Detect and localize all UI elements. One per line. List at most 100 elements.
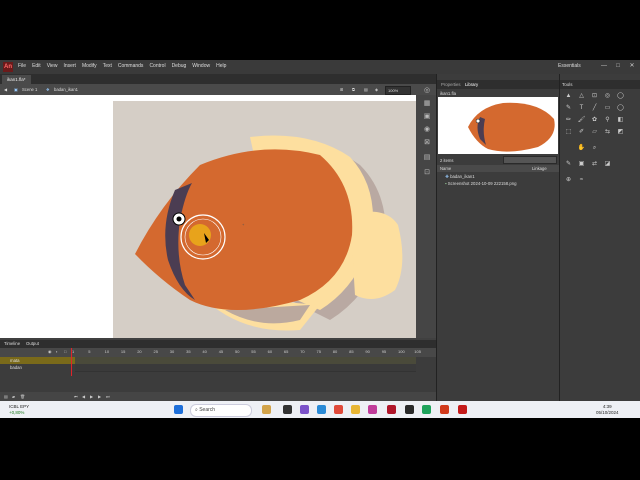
- first-frame-icon[interactable]: ⏮: [74, 394, 78, 399]
- document-tab[interactable]: ikan1.fla*: [2, 75, 31, 84]
- file-explorer-icon[interactable]: [351, 405, 360, 414]
- step-forward-icon[interactable]: ▶: [98, 394, 101, 399]
- delete-layer-icon[interactable]: 🗑: [20, 394, 25, 399]
- app-icon-2[interactable]: [405, 405, 414, 414]
- workspace-switcher[interactable]: Essentials: [558, 63, 581, 69]
- library-item[interactable]: ▪ Screenshot 2024-10-09 222158.png: [445, 181, 517, 186]
- free-transform-tool-icon[interactable]: ⊡: [590, 92, 599, 101]
- maximize-button[interactable]: □: [614, 62, 622, 70]
- paint-bucket-icon[interactable]: ◧: [616, 116, 625, 125]
- chat-icon[interactable]: [300, 405, 309, 414]
- tab-properties[interactable]: Properties: [441, 82, 461, 87]
- brush-tool-icon[interactable]: 🖌: [577, 116, 586, 125]
- menu-modify[interactable]: Modify: [82, 63, 97, 69]
- rectangle-tool-icon[interactable]: ▭: [603, 104, 612, 113]
- step-back-icon[interactable]: ◀: [82, 394, 85, 399]
- center-stage-icon[interactable]: ⊞: [340, 87, 344, 92]
- stroke-color-icon[interactable]: ✎: [564, 160, 573, 169]
- camera-tool-icon[interactable]: ◩: [616, 128, 625, 137]
- menu-help[interactable]: Help: [216, 63, 226, 69]
- ink-bottle-icon[interactable]: ⬚: [564, 128, 573, 137]
- taskbar-search[interactable]: ⌕ Search: [190, 404, 252, 417]
- stage-canvas[interactable]: +: [0, 95, 416, 338]
- widgets-icon[interactable]: [262, 405, 271, 414]
- eraser-tool-icon[interactable]: ▱: [590, 128, 599, 137]
- swap-colors-icon[interactable]: ⇄: [590, 160, 599, 169]
- clip-icon[interactable]: ⧉: [352, 87, 355, 92]
- default-colors-icon[interactable]: ◪: [603, 160, 612, 169]
- scene-breadcrumb[interactable]: Scene 1: [22, 87, 37, 92]
- eye-icon[interactable]: ◉: [48, 349, 52, 354]
- library-file-select[interactable]: ikan1.fla: [440, 91, 456, 96]
- oval-tool-icon[interactable]: ◯: [616, 104, 625, 113]
- excel-icon[interactable]: [422, 405, 431, 414]
- weather-widget[interactable]: ICBL EPY +0,80%: [9, 404, 29, 415]
- back-icon[interactable]: ◀: [4, 87, 7, 92]
- name-column[interactable]: Name: [440, 166, 451, 171]
- bone-tool-icon[interactable]: ⚲: [603, 116, 612, 125]
- eyedropper-icon[interactable]: ✐: [577, 128, 586, 137]
- animate-taskbar-icon[interactable]: [458, 405, 467, 414]
- last-frame-icon[interactable]: ⏭: [106, 394, 110, 399]
- tab-output[interactable]: Output: [26, 341, 39, 346]
- system-clock[interactable]: 4:39 05/10/2024: [596, 404, 619, 415]
- menu-file[interactable]: File: [18, 63, 26, 69]
- powerpoint-icon[interactable]: [440, 405, 449, 414]
- menu-edit[interactable]: Edit: [32, 63, 41, 69]
- color-dock-icon[interactable]: ▤: [423, 154, 431, 162]
- info-dock-icon[interactable]: ⊡: [423, 169, 431, 177]
- smooth-icon[interactable]: ≈: [577, 176, 586, 185]
- play-icon[interactable]: ▶: [90, 394, 93, 399]
- new-folder-icon[interactable]: ▰: [12, 394, 15, 399]
- line-tool-icon[interactable]: ╱: [590, 104, 599, 113]
- layer-mata[interactable]: mata: [0, 357, 75, 364]
- pencil-tool-icon[interactable]: ✏: [564, 116, 573, 125]
- library-dock-icon[interactable]: ▦: [423, 100, 431, 108]
- menu-window[interactable]: Window: [192, 63, 210, 69]
- subselection-tool-icon[interactable]: △: [577, 92, 586, 101]
- tab-timeline[interactable]: Timeline: [4, 341, 20, 346]
- stage-area[interactable]: +: [0, 95, 416, 338]
- start-icon[interactable]: [174, 405, 183, 414]
- transform-dock-icon[interactable]: ⊠: [423, 139, 431, 147]
- library-search-input[interactable]: [503, 156, 557, 164]
- properties-dock-icon[interactable]: ◎: [423, 87, 431, 95]
- menu-control[interactable]: Control: [149, 63, 165, 69]
- new-layer-icon[interactable]: ▤: [4, 394, 8, 399]
- acrobat-icon[interactable]: [387, 405, 396, 414]
- menu-commands[interactable]: Commands: [118, 63, 144, 69]
- symbol-breadcrumb[interactable]: badan_ikan1: [54, 87, 78, 92]
- lock-icon[interactable]: ▪: [56, 349, 57, 354]
- tab-library[interactable]: Library: [465, 82, 478, 87]
- menu-debug[interactable]: Debug: [172, 63, 187, 69]
- fill-color-icon[interactable]: ▣: [577, 160, 586, 169]
- deco-tool-icon[interactable]: ✿: [590, 116, 599, 125]
- edge-icon[interactable]: [317, 405, 326, 414]
- hand-tool-icon[interactable]: ✋: [577, 144, 586, 153]
- pen-tool-icon[interactable]: ✎: [564, 104, 573, 113]
- menu-view[interactable]: View: [47, 63, 58, 69]
- library-item[interactable]: ❖ badan_ikan1: [445, 174, 475, 180]
- close-button[interactable]: ✕: [628, 62, 636, 70]
- playhead[interactable]: [71, 348, 72, 376]
- layer-badan[interactable]: badan: [0, 364, 75, 371]
- outline-icon[interactable]: □: [64, 349, 66, 354]
- swatches-dock-icon[interactable]: ▣: [423, 113, 431, 121]
- 3d-rotation-tool-icon[interactable]: ◎: [603, 92, 612, 101]
- text-tool-icon[interactable]: T: [577, 104, 586, 113]
- zoom-select[interactable]: 100%: [385, 86, 411, 95]
- task-view-icon[interactable]: [283, 405, 292, 414]
- menu-insert[interactable]: Insert: [63, 63, 76, 69]
- edit-symbol-icon[interactable]: ◈: [375, 87, 378, 92]
- width-tool-icon[interactable]: ⇆: [603, 128, 612, 137]
- menu-text[interactable]: Text: [103, 63, 112, 69]
- lasso-tool-icon[interactable]: ◯: [616, 92, 625, 101]
- align-dock-icon[interactable]: ◉: [423, 126, 431, 134]
- edit-scene-icon[interactable]: ▤: [364, 87, 368, 92]
- zoom-tool-icon[interactable]: ⌕: [590, 144, 599, 153]
- app-icon-1[interactable]: [368, 405, 377, 414]
- layer-badan-frames[interactable]: [75, 364, 416, 372]
- snap-icon[interactable]: ⊕: [564, 176, 573, 185]
- minimize-button[interactable]: —: [600, 62, 608, 70]
- linkage-column[interactable]: Linkage: [532, 166, 547, 171]
